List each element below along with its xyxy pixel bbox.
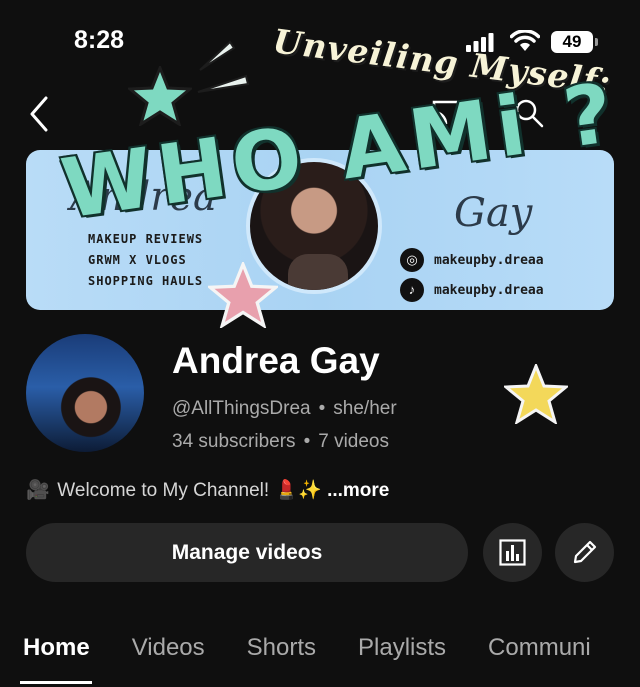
channel-pronouns: she/her xyxy=(333,398,397,419)
video-count: 7 videos xyxy=(318,431,389,452)
edit-channel-button[interactable] xyxy=(555,523,614,582)
channel-stats-row: 34 subscribers • 7 videos xyxy=(172,431,389,453)
battery-indicator: 49 xyxy=(551,31,598,53)
sparkle-dash-icon xyxy=(197,40,250,93)
pink-star-icon xyxy=(208,262,278,328)
tab-videos[interactable]: Videos xyxy=(111,630,226,666)
banner-social-tiktok: ♪ makeupby.dreaa xyxy=(400,278,544,302)
tab-home[interactable]: Home xyxy=(0,630,111,684)
pencil-icon xyxy=(573,540,597,564)
more-link[interactable]: ...more xyxy=(327,480,389,501)
social-handle: makeupby.dreaa xyxy=(434,252,544,268)
subscriber-count: 34 subscribers xyxy=(172,431,296,452)
status-time: 8:28 xyxy=(74,26,125,54)
banner-script-right: Gay xyxy=(454,190,533,236)
tiktok-icon: ♪ xyxy=(400,278,424,302)
banner-tag: MAKEUP REVIEWS xyxy=(88,232,204,246)
instagram-icon: ◎ xyxy=(400,248,424,272)
tab-playlists[interactable]: Playlists xyxy=(337,630,467,666)
banner-social-instagram: ◎ makeupby.dreaa xyxy=(400,248,544,272)
manage-videos-button[interactable]: Manage videos xyxy=(26,523,468,582)
channel-handle: @AllThingsDrea xyxy=(172,398,311,419)
social-handle: makeupby.dreaa xyxy=(434,282,544,298)
banner-tag: SHOPPING HAULS xyxy=(88,274,204,288)
description-text: Welcome to My Channel! 💄✨ xyxy=(57,480,322,501)
separator-dot: • xyxy=(303,431,311,452)
banner-tag: GRWM X VLOGS xyxy=(88,253,187,267)
separator-dot: • xyxy=(318,398,326,419)
analytics-button[interactable] xyxy=(483,523,542,582)
analytics-icon xyxy=(499,539,526,566)
channel-description[interactable]: 🎥 Welcome to My Channel! 💄✨ ...more xyxy=(26,478,389,502)
channel-handle-row: @AllThingsDrea • she/her xyxy=(172,398,397,420)
tab-shorts[interactable]: Shorts xyxy=(226,630,337,666)
channel-name: Andrea Gay xyxy=(172,340,380,381)
teal-star-icon xyxy=(128,66,192,126)
wifi-icon xyxy=(510,30,540,51)
channel-tabs: Home Videos Shorts Playlists Communi xyxy=(0,630,640,687)
channel-avatar[interactable] xyxy=(26,334,144,452)
back-icon[interactable] xyxy=(26,94,52,134)
movie-camera-icon: 🎥 xyxy=(26,480,50,501)
yellow-star-icon xyxy=(504,364,568,424)
tab-community[interactable]: Communi xyxy=(467,630,612,666)
